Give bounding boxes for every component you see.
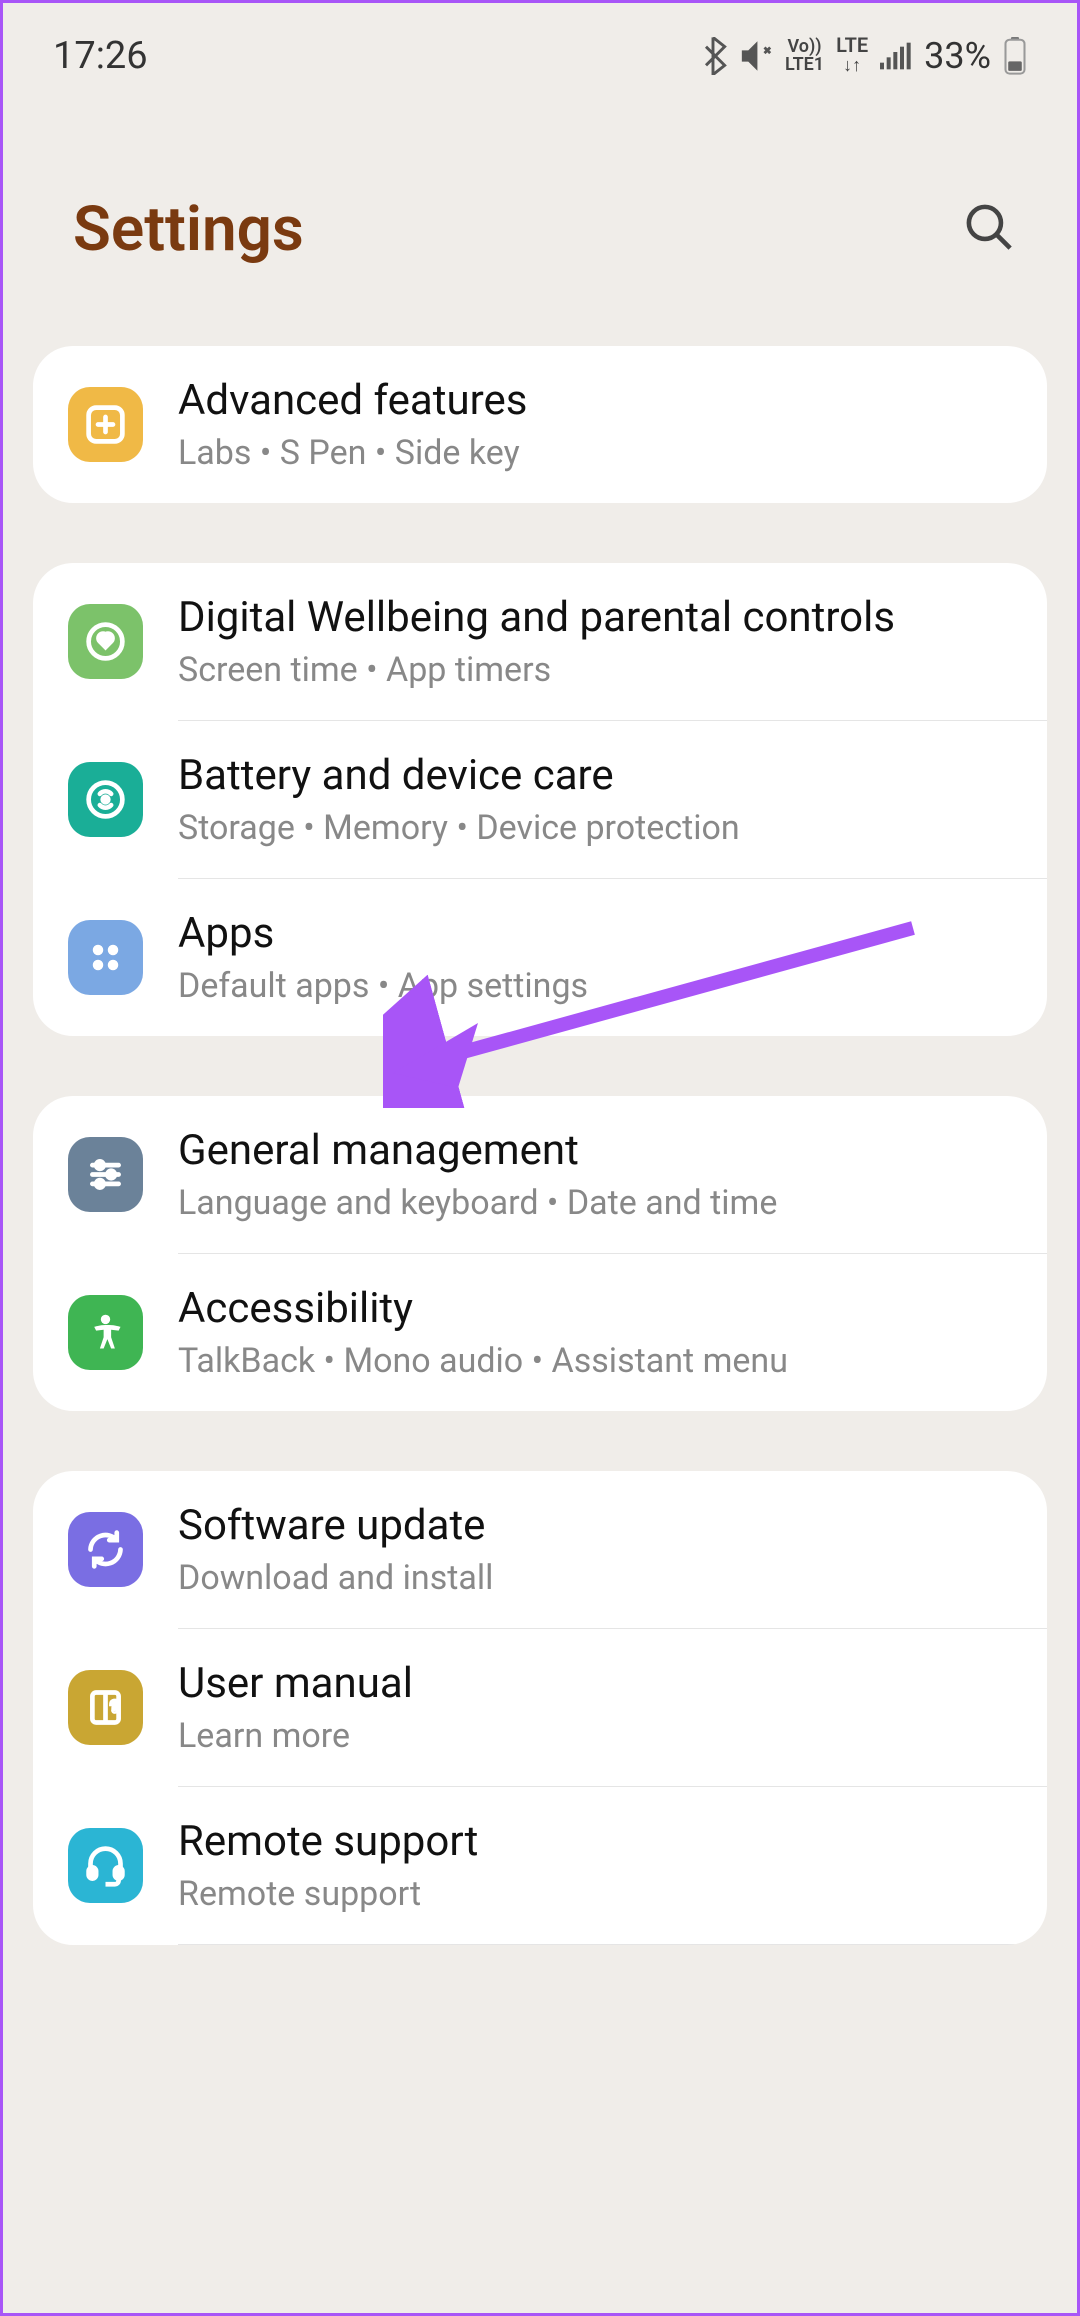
setting-subtitle: TalkBack • Mono audio • Assistant menu	[178, 1341, 1012, 1381]
svg-text:?: ?	[111, 1697, 118, 1715]
setting-subtitle: Language and keyboard • Date and time	[178, 1183, 1012, 1223]
setting-item-general-management[interactable]: General management Language and keyboard…	[33, 1096, 1047, 1253]
book-icon: ?	[68, 1670, 143, 1745]
setting-title: Accessibility	[178, 1284, 1012, 1333]
setting-subtitle: Download and install	[178, 1558, 1012, 1598]
person-icon	[68, 1295, 143, 1370]
setting-title: Remote support	[178, 1817, 1012, 1866]
setting-item-advanced-features[interactable]: Advanced features Labs • S Pen • Side ke…	[33, 346, 1047, 503]
heart-circle-icon	[68, 604, 143, 679]
setting-title: Digital Wellbeing and parental controls	[178, 593, 1012, 642]
setting-subtitle: Screen time • App timers	[178, 650, 1012, 690]
refresh-circle-icon	[68, 762, 143, 837]
settings-group: Digital Wellbeing and parental controls …	[33, 563, 1047, 1036]
settings-header: Settings	[3, 93, 1077, 346]
status-time: 17:26	[53, 34, 148, 78]
setting-subtitle: Labs • S Pen • Side key	[178, 433, 1012, 473]
setting-item-battery-device-care[interactable]: Battery and device care Storage • Memory…	[33, 721, 1047, 878]
mute-icon	[739, 39, 773, 73]
plus-square-icon	[68, 387, 143, 462]
setting-title: Advanced features	[178, 376, 1012, 425]
setting-subtitle: Remote support	[178, 1874, 1012, 1914]
page-title: Settings	[73, 193, 304, 266]
setting-title: User manual	[178, 1659, 1012, 1708]
bluetooth-icon	[699, 37, 727, 75]
battery-icon	[1003, 37, 1027, 75]
headset-icon	[68, 1828, 143, 1903]
search-button[interactable]	[962, 200, 1017, 259]
battery-percent: 33%	[924, 35, 991, 77]
setting-item-user-manual[interactable]: ? User manual Learn more	[33, 1629, 1047, 1786]
update-icon	[68, 1512, 143, 1587]
status-bar: 17:26 Vo)) LTE1 LTE ↓↑ 33%	[3, 3, 1077, 93]
setting-title: Software update	[178, 1501, 1012, 1550]
setting-subtitle: Learn more	[178, 1716, 1012, 1756]
setting-item-accessibility[interactable]: Accessibility TalkBack • Mono audio • As…	[33, 1254, 1047, 1411]
status-icons: Vo)) LTE1 LTE ↓↑ 33%	[699, 35, 1027, 77]
settings-group: Advanced features Labs • S Pen • Side ke…	[33, 346, 1047, 503]
settings-group: Software update Download and install ? U…	[33, 1471, 1047, 1945]
setting-title: Apps	[178, 909, 1012, 958]
setting-item-apps[interactable]: Apps Default apps • App settings	[33, 879, 1047, 1036]
search-icon	[962, 200, 1017, 255]
setting-title: Battery and device care	[178, 751, 1012, 800]
setting-item-digital-wellbeing[interactable]: Digital Wellbeing and parental controls …	[33, 563, 1047, 720]
setting-item-software-update[interactable]: Software update Download and install	[33, 1471, 1047, 1628]
volte-icon: Vo)) LTE1	[785, 38, 824, 74]
setting-subtitle: Storage • Memory • Device protection	[178, 808, 1012, 848]
setting-subtitle: Default apps • App settings	[178, 966, 1012, 1006]
signal-icon	[880, 42, 912, 70]
settings-group: General management Language and keyboard…	[33, 1096, 1047, 1411]
setting-item-remote-support[interactable]: Remote support Remote support	[33, 1787, 1047, 1944]
setting-title: General management	[178, 1126, 1012, 1175]
sliders-icon	[68, 1137, 143, 1212]
divider	[178, 1944, 1047, 1945]
lte-icon: LTE ↓↑	[836, 35, 868, 76]
grid-dots-icon	[68, 920, 143, 995]
data-arrows-icon: ↓↑	[843, 55, 861, 76]
